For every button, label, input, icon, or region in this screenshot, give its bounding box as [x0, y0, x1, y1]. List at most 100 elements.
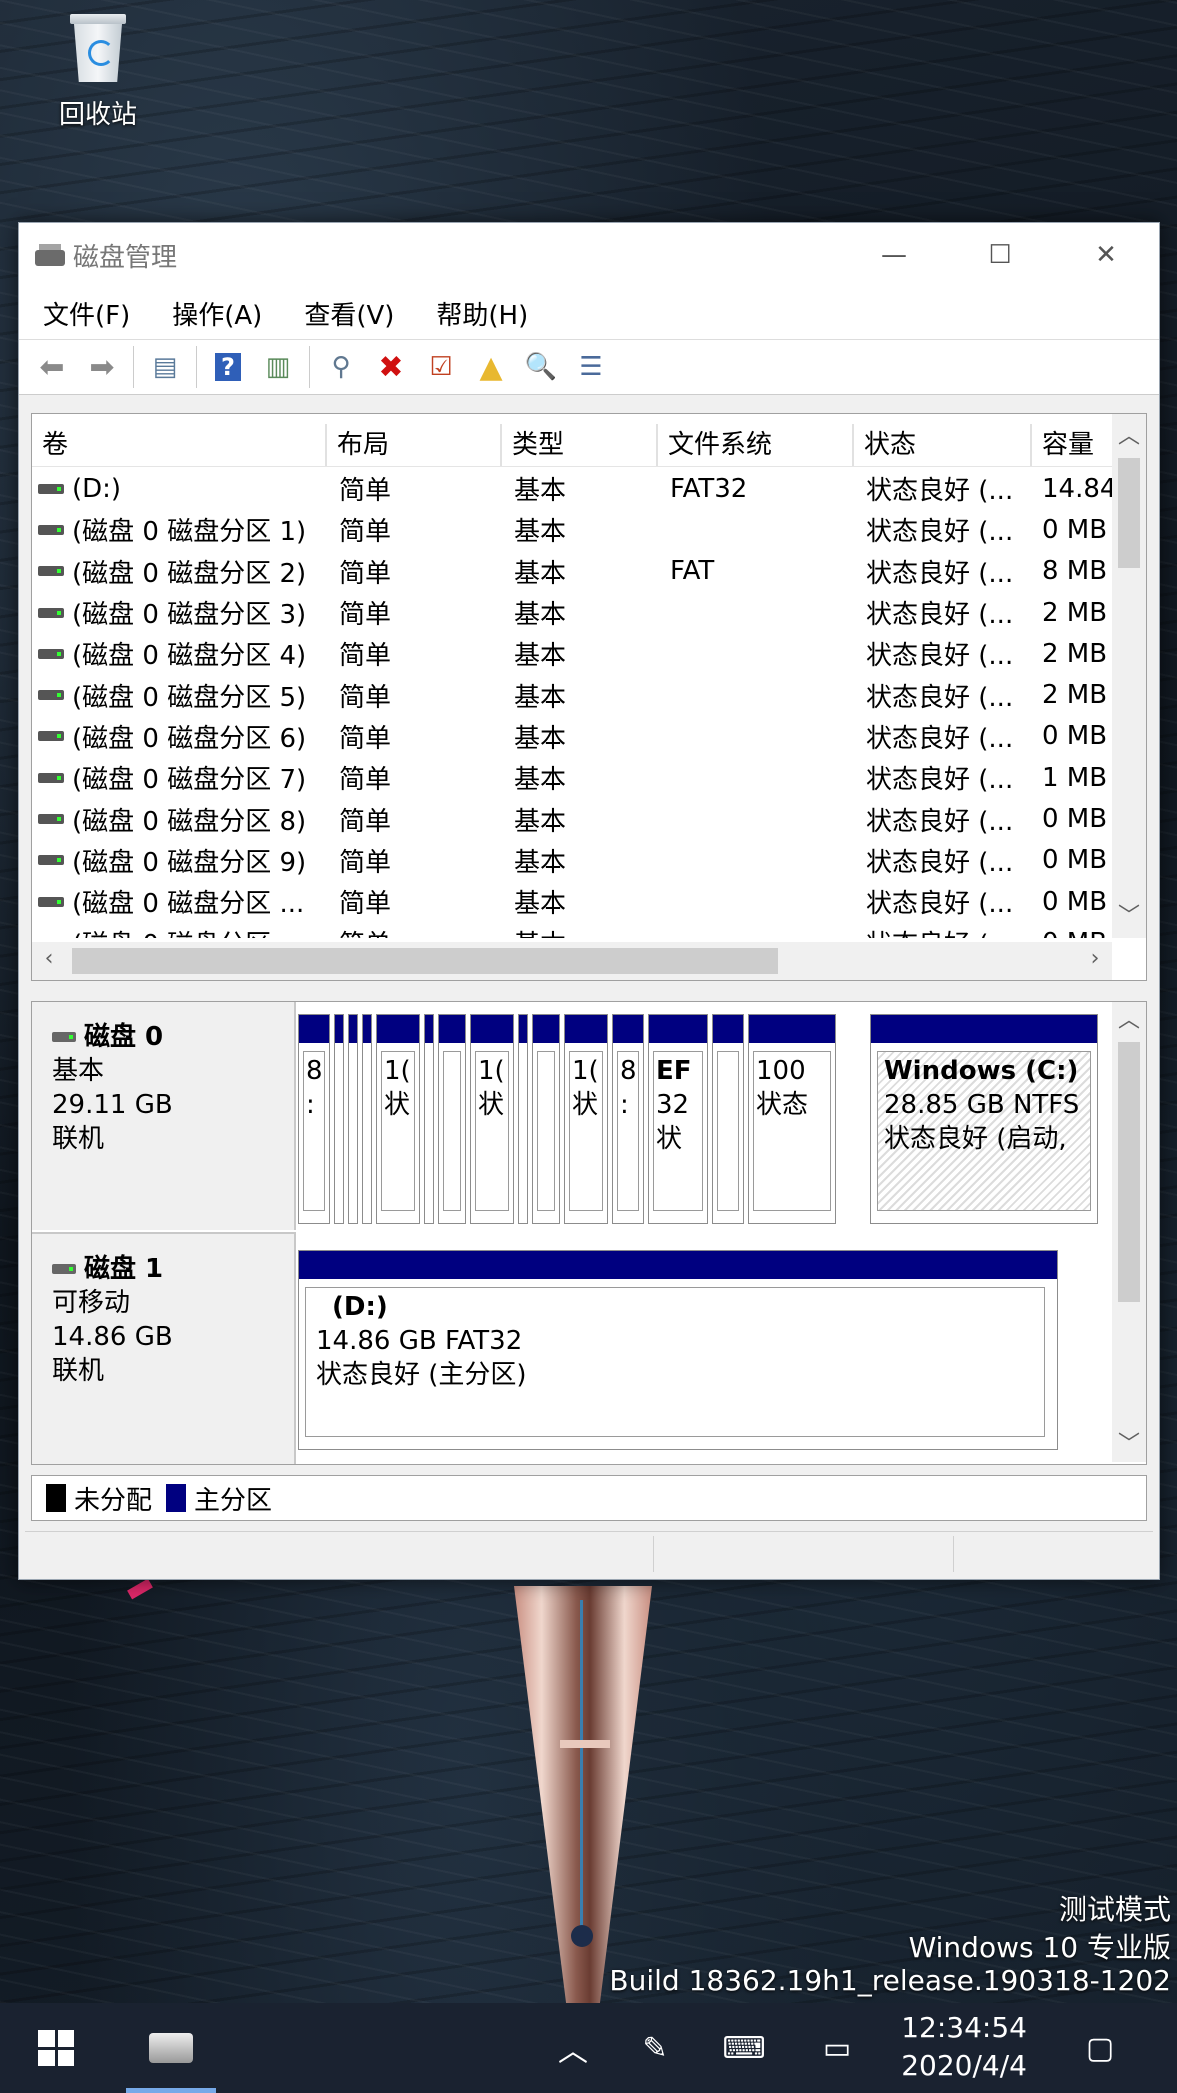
table-row[interactable]: (磁盘 0 磁盘分区 7) 简单 基本 状态良好 (... 1 MB — [32, 757, 1112, 798]
action-center-icon[interactable]: ▢ — [1078, 2003, 1122, 2093]
tablet-mode-icon[interactable]: ▭ — [812, 2003, 862, 2093]
partition-windows-c[interactable]: Windows (C:) 28.85 GB NTFS 状态良好 (启动, — [870, 1014, 1098, 1224]
disk1-name: 磁盘 1 — [84, 1254, 164, 1284]
scroll-down-arrow-icon[interactable]: ﹀ — [1112, 1426, 1146, 1458]
table-row[interactable]: (磁盘 0 磁盘分区 1) 简单 基本 状态良好 (... 0 MB — [32, 509, 1112, 550]
partition-d[interactable]: (D:) 14.86 GB FAT32 状态良好 (主分区) — [298, 1250, 1058, 1450]
scroll-right-arrow-icon[interactable]: › — [1078, 946, 1112, 971]
menu-help[interactable]: 帮助(H) — [412, 295, 546, 332]
partition-small[interactable]: 1(状 — [564, 1014, 608, 1224]
scroll-down-arrow-icon[interactable]: ﹀ — [1112, 898, 1146, 930]
partition-small[interactable]: 8: — [612, 1014, 644, 1224]
table-row[interactable]: (磁盘 0 磁盘分区 2) 简单 基本 FAT 状态良好 (... 8 MB — [32, 551, 1112, 592]
partition-small[interactable]: 100 状态 — [748, 1014, 836, 1224]
column-layout[interactable]: 布局 — [327, 424, 502, 466]
connect-drive-icon[interactable]: ⚲ — [320, 346, 362, 388]
volume-name: (磁盘 0 磁盘分区 6) — [72, 723, 307, 754]
disk0-label[interactable]: 磁盘 0 基本 29.11 GB 联机 — [32, 1002, 296, 1230]
volume-name-cell: (磁盘 0 磁盘分区 5) — [32, 677, 327, 714]
close-button[interactable]: ✕ — [1053, 223, 1159, 287]
partition-small[interactable]: EF 32 状 — [648, 1014, 708, 1224]
disk-map-vscroll-thumb[interactable] — [1118, 1042, 1140, 1302]
column-capacity[interactable]: 容量 — [1032, 424, 1112, 466]
partition-small[interactable] — [348, 1014, 358, 1224]
disk0-status: 联机 — [52, 1124, 105, 1154]
partition-small-text: 100 — [756, 1056, 806, 1086]
clock[interactable]: 12:34:54 2020/4/4 — [901, 2009, 1027, 2085]
column-status[interactable]: 状态 — [854, 424, 1032, 466]
partition-small[interactable] — [518, 1014, 528, 1224]
partition-small-text: 8 — [620, 1056, 637, 1086]
volume-list-vscrollbar[interactable]: ︿ ﹀ — [1112, 414, 1146, 938]
partition-small[interactable] — [438, 1014, 466, 1224]
scroll-left-arrow-icon[interactable]: ‹ — [32, 946, 66, 971]
taskbar-disk-management[interactable] — [126, 2003, 216, 2093]
partition-small-text: EF — [656, 1056, 692, 1086]
menu-view[interactable]: 查看(V) — [280, 295, 412, 332]
scroll-up-arrow-icon[interactable]: ︿ — [1112, 418, 1146, 450]
table-row[interactable]: (磁盘 0 磁盘分区 3) 简单 基本 状态良好 (... 2 MB — [32, 592, 1112, 633]
table-row[interactable]: (磁盘 0 磁盘分区 ...简单基本状态良好 (...0 MB — [32, 881, 1112, 922]
recycle-bin-label: 回收站 — [58, 100, 137, 130]
pen-icon[interactable]: ✎ — [630, 2003, 680, 2093]
check-icon[interactable]: ☑ — [420, 346, 462, 388]
table-row[interactable]: (磁盘 0 磁盘分区 5) 简单 基本 状态良好 (... 2 MB — [32, 674, 1112, 715]
volume-list-hscroll-thumb[interactable] — [72, 948, 778, 974]
disk-management-window: 磁盘管理 — ☐ ✕ 文件(F) 操作(A) 查看(V) 帮助(H) ⬅ ➡ ▤… — [18, 222, 1160, 1580]
cell-capacity: 14.84 — [1042, 473, 1112, 504]
partition-small[interactable] — [712, 1014, 744, 1224]
partition-small[interactable] — [424, 1014, 434, 1224]
show-hide-console-tree-icon[interactable]: ▤ — [144, 346, 186, 388]
partition-small[interactable]: 1(状 — [470, 1014, 514, 1224]
partition-c-name: Windows (C:) — [884, 1056, 1079, 1086]
minimize-button[interactable]: — — [841, 223, 947, 287]
cell-capacity: 2 MB — [1042, 638, 1108, 669]
menu-action[interactable]: 操作(A) — [148, 295, 280, 332]
cell-layout: 简单 — [339, 517, 392, 548]
recycle-bin-shortcut[interactable]: 回收站 — [40, 8, 156, 131]
menu-file[interactable]: 文件(F) — [19, 295, 148, 332]
start-icon — [38, 2030, 74, 2066]
column-volume[interactable]: 卷 — [32, 424, 327, 466]
volume-list-vscroll-thumb[interactable] — [1118, 458, 1140, 568]
maximize-button[interactable]: ☐ — [947, 223, 1053, 287]
forward-icon[interactable]: ➡ — [81, 346, 123, 388]
title-bar[interactable]: 磁盘管理 — ☐ ✕ — [19, 223, 1159, 287]
cell-capacity: 0 MB — [1042, 886, 1108, 917]
volume-list: 卷 布局 类型 文件系统 状态 容量 (D:) 简单 基本 FAT32 状态良好 (..… — [31, 413, 1147, 981]
touch-keyboard-icon[interactable]: ⌨ — [714, 2003, 774, 2093]
volume-list-hscrollbar[interactable]: ‹ › — [32, 942, 1112, 980]
settings-list-icon[interactable]: ☰ — [570, 346, 612, 388]
table-row[interactable]: (磁盘 0 磁盘分区 4) 简单 基本 状态良好 (... 2 MB — [32, 633, 1112, 674]
delete-icon[interactable]: ✖ — [370, 346, 412, 388]
column-filesystem[interactable]: 文件系统 — [658, 424, 854, 466]
partition-small[interactable] — [362, 1014, 372, 1224]
start-button[interactable] — [20, 2003, 92, 2093]
partition-small[interactable]: 8: — [298, 1014, 330, 1224]
partition-small-text: 1( — [384, 1056, 411, 1086]
disk-map-vscrollbar[interactable]: ︿ ﹀ — [1112, 1002, 1146, 1462]
find-icon[interactable]: 🔍 — [520, 346, 562, 388]
back-icon[interactable]: ⬅ — [31, 346, 73, 388]
disk1-type: 可移动 — [52, 1288, 131, 1318]
table-row[interactable]: (磁盘 0 磁盘分区 ...简单基本状态良好 (...0 MB — [32, 922, 1112, 938]
partition-small[interactable] — [334, 1014, 344, 1224]
help-icon[interactable]: ? — [207, 346, 249, 388]
table-row[interactable]: (磁盘 0 磁盘分区 9) 简单 基本 状态良好 (... 0 MB — [32, 840, 1112, 881]
column-type[interactable]: 类型 — [502, 424, 658, 466]
partition-small[interactable]: 1(状 — [376, 1014, 420, 1224]
partition-small[interactable] — [532, 1014, 560, 1224]
up-icon[interactable]: ▲ — [470, 346, 512, 388]
volume-icon — [38, 731, 64, 742]
show-hidden-icons-chevron[interactable]: ︿ — [548, 2003, 598, 2093]
cell-type: 基本 — [514, 765, 567, 796]
partition-d-status: 状态良好 (主分区) — [316, 1360, 527, 1390]
scroll-up-arrow-icon[interactable]: ︿ — [1112, 1002, 1146, 1034]
cell-status: 状态良好 (... — [866, 847, 1014, 878]
table-row[interactable]: (磁盘 0 磁盘分区 8) 简单 基本 状态良好 (... 0 MB — [32, 798, 1112, 839]
table-row[interactable]: (D:) 简单 基本 FAT32 状态良好 (... 14.84 — [32, 468, 1112, 509]
properties-icon[interactable]: ▥ — [257, 346, 299, 388]
disk1-label[interactable]: 磁盘 1 可移动 14.86 GB 联机 — [32, 1232, 296, 1464]
table-row[interactable]: (磁盘 0 磁盘分区 6) 简单 基本 状态良好 (... 0 MB — [32, 716, 1112, 757]
cell-capacity: 0 MB — [1042, 514, 1108, 545]
